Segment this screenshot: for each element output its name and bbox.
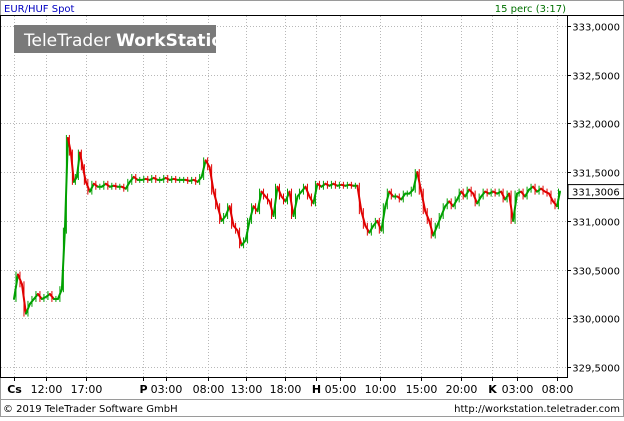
x-tick-label: 03:00	[502, 383, 534, 396]
x-tick-label: K	[488, 383, 497, 396]
y-tick-label: 332,0000	[572, 120, 620, 131]
instrument-label: EUR/HUF Spot	[4, 4, 75, 15]
watermark-logo: TeleTrader WorkStation	[14, 25, 235, 53]
x-tick-label: 08:00	[193, 383, 225, 396]
x-tick-label: 08:00	[542, 383, 574, 396]
x-tick-label: 05:00	[325, 383, 357, 396]
x-tick-label: 15:00	[406, 383, 438, 396]
x-tick-label: 20:00	[446, 383, 478, 396]
x-tick-label: 03:00	[151, 383, 183, 396]
last-price-marker: 331,3006	[567, 184, 624, 200]
x-tick-label: Cs	[7, 383, 22, 396]
y-tick-label: 331,5000	[572, 169, 620, 180]
interval-label: 15 perc (3:17)	[495, 4, 566, 15]
y-tick-label: 329,5000	[572, 364, 620, 375]
y-tick-label: 330,0000	[572, 315, 620, 326]
copyright-text: © 2019 TeleTrader Software GmbH	[3, 404, 178, 415]
x-tick-label: H	[312, 383, 321, 396]
last-price-value: 331,3006	[572, 188, 620, 199]
y-tick-label: 330,5000	[572, 267, 620, 278]
chart-window: EUR/HUF Spot 15 perc (3:17) TeleTrader W…	[0, 0, 624, 417]
chart-frame	[0, 0, 624, 417]
x-tick-label: 17:00	[71, 383, 103, 396]
x-tick-label: P	[139, 383, 147, 396]
x-tick-label: 13:00	[231, 383, 263, 396]
website-link[interactable]: http://workstation.teletrader.com	[454, 404, 620, 415]
x-tick-label: 10:00	[365, 383, 397, 396]
y-tick-label: 333,0000	[572, 23, 620, 34]
watermark-text: TeleTrader WorkStation	[23, 31, 235, 51]
x-tick-label: 12:00	[31, 383, 63, 396]
y-tick-label: 332,5000	[572, 72, 620, 83]
price-chart[interactable]: EUR/HUF Spot 15 perc (3:17) TeleTrader W…	[0, 0, 624, 417]
x-tick-label: 18:00	[270, 383, 302, 396]
y-tick-label: 331,0000	[572, 218, 620, 229]
